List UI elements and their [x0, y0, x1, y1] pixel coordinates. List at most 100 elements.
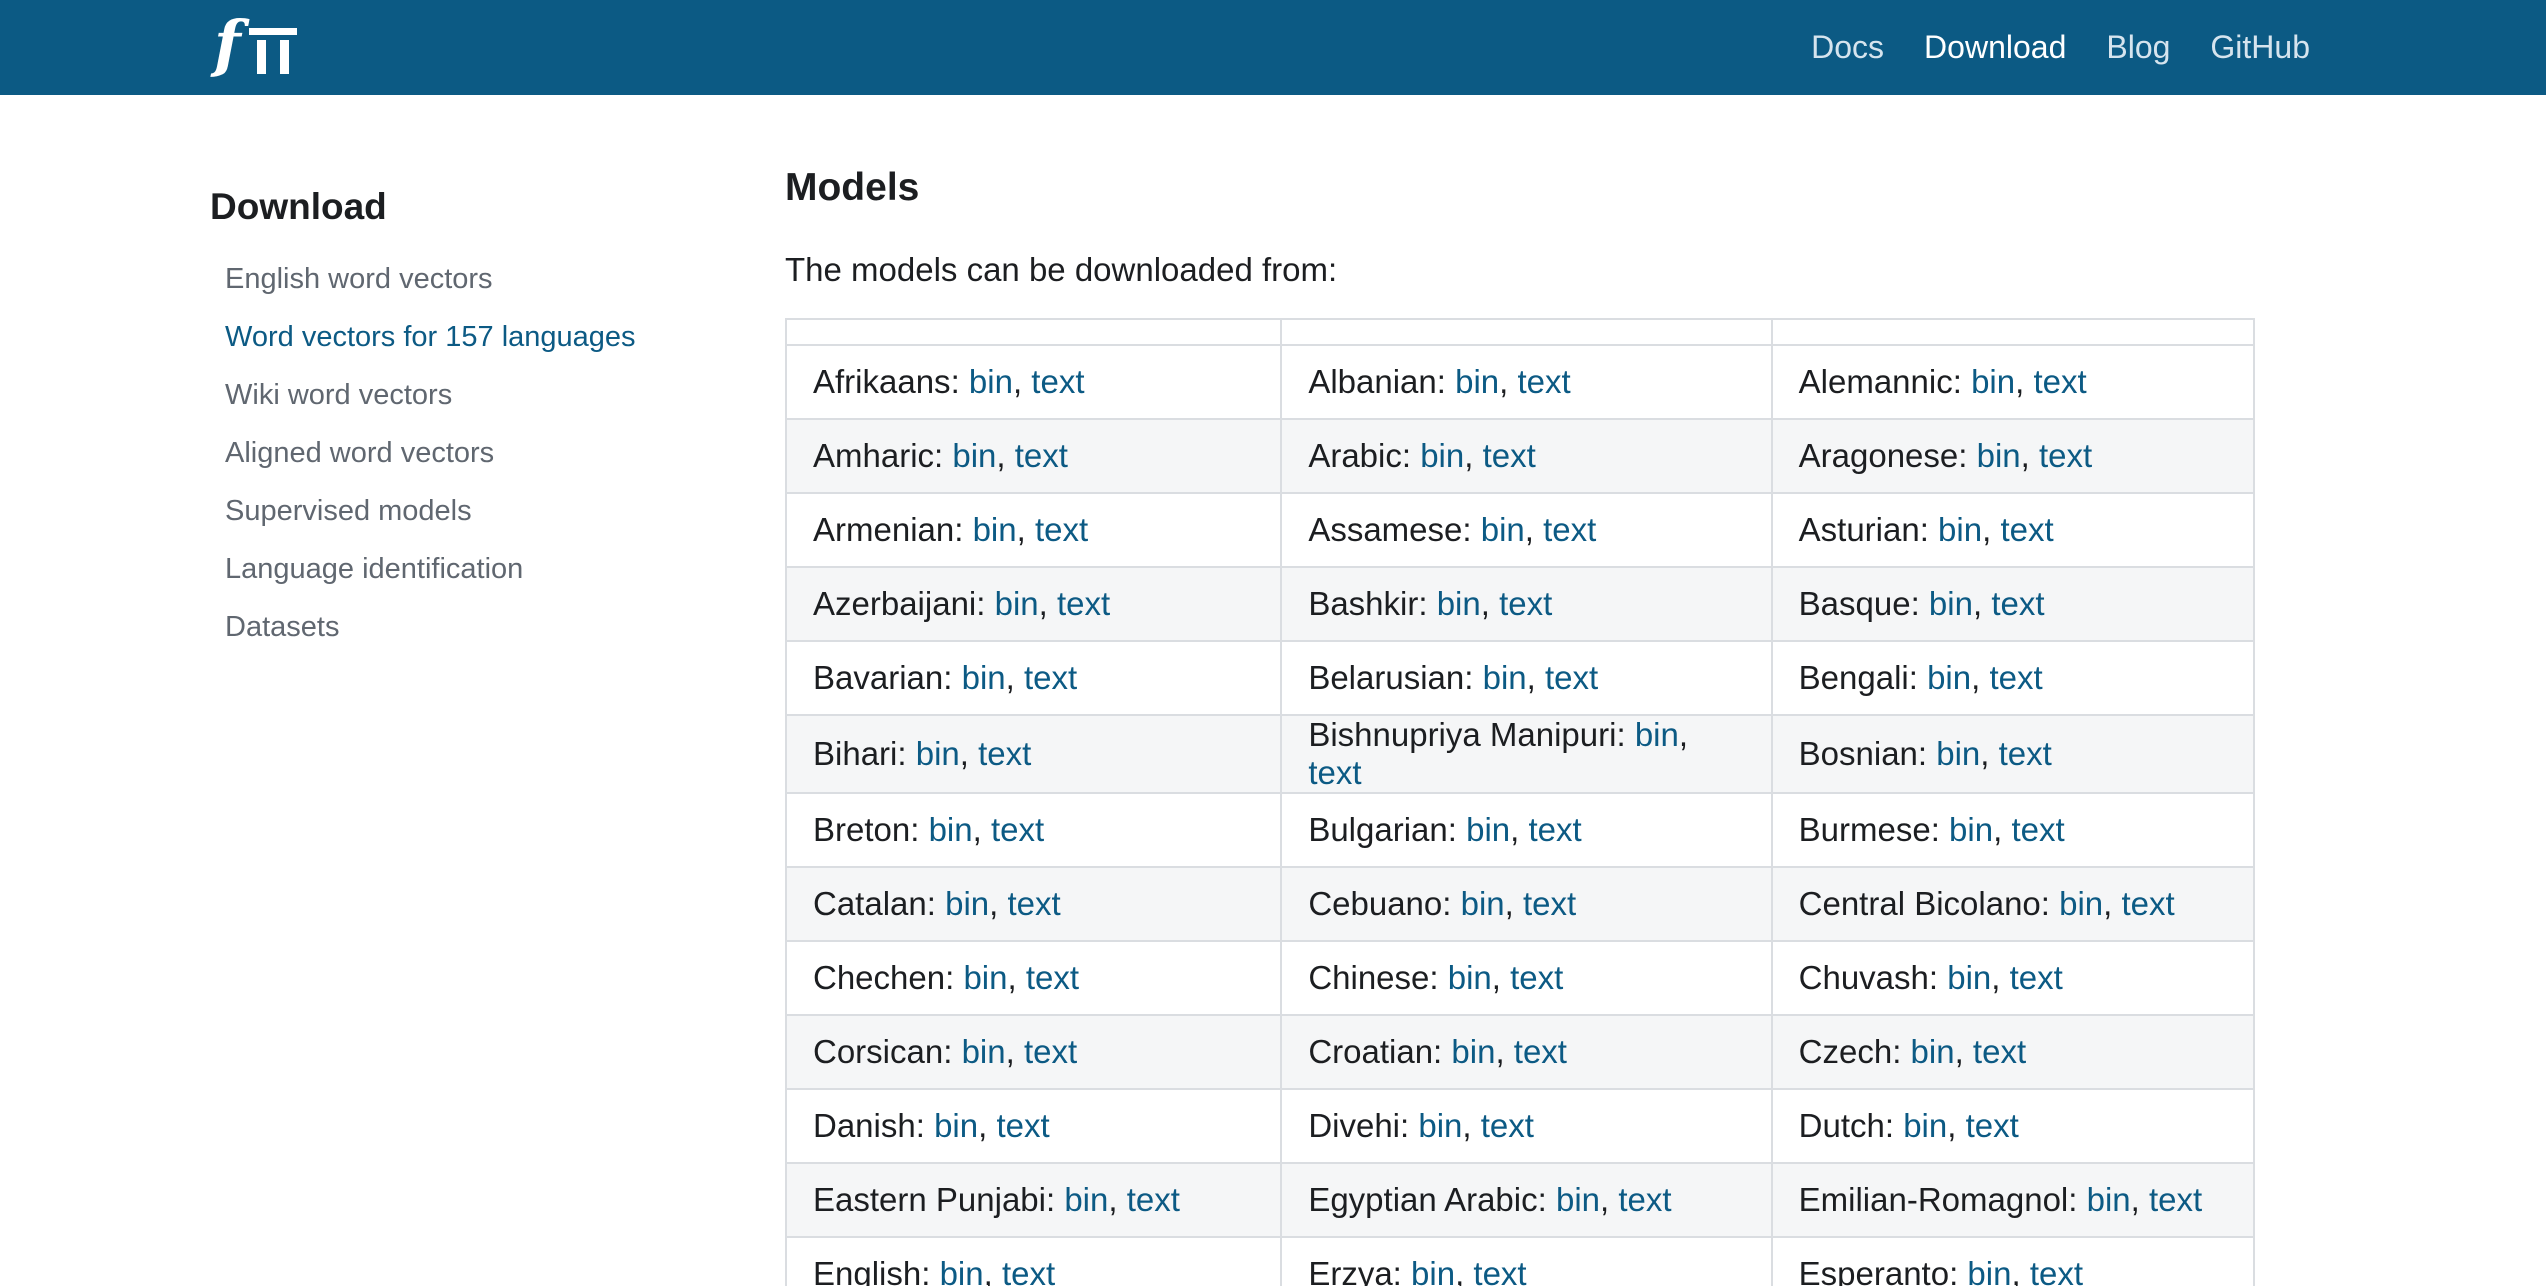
text-download-link[interactable]: text	[1543, 511, 1596, 548]
text-download-link[interactable]: text	[1618, 1181, 1671, 1218]
bin-download-link[interactable]: bin	[1481, 511, 1525, 548]
bin-download-link[interactable]: bin	[1967, 1255, 2011, 1286]
language-name: Chechen	[813, 959, 946, 996]
bin-download-link[interactable]: bin	[1947, 959, 1991, 996]
bin-download-link[interactable]: bin	[1455, 363, 1499, 400]
bin-download-link[interactable]: bin	[1483, 659, 1527, 696]
text-download-link[interactable]: text	[2030, 1255, 2083, 1286]
nav-download-link[interactable]: Download	[1924, 29, 2066, 66]
bin-download-link[interactable]: bin	[1977, 437, 2021, 474]
text-download-link[interactable]: text	[1015, 437, 1068, 474]
text-download-link[interactable]: text	[991, 811, 1044, 848]
sidebar-item-datasets[interactable]: Datasets	[225, 598, 730, 656]
link-separator: ,	[1005, 659, 1024, 696]
text-download-link[interactable]: text	[1481, 1107, 1534, 1144]
text-download-link[interactable]: text	[1499, 585, 1552, 622]
link-separator: ,	[1038, 585, 1057, 622]
bin-download-link[interactable]: bin	[1448, 959, 1492, 996]
text-download-link[interactable]: text	[1999, 735, 2052, 772]
text-download-link[interactable]: text	[1528, 811, 1581, 848]
table-row: Amharic: bin, text Arabic: bin, text Arago…	[784, 418, 2256, 494]
text-download-link[interactable]: text	[1510, 959, 1563, 996]
text-download-link[interactable]: text	[1026, 959, 1079, 996]
link-separator: ,	[2011, 1255, 2030, 1286]
bin-download-link[interactable]: bin	[969, 363, 1013, 400]
sidebar-item-aligned-word-vectors[interactable]: Aligned word vectors	[225, 424, 730, 482]
link-separator: ,	[1005, 1033, 1024, 1070]
text-download-link[interactable]: text	[1545, 659, 1598, 696]
nav-blog-link[interactable]: Blog	[2106, 29, 2170, 66]
bin-download-link[interactable]: bin	[1929, 585, 1973, 622]
bin-download-link[interactable]: bin	[1466, 811, 1510, 848]
text-download-link[interactable]: text	[1989, 659, 2042, 696]
text-download-link[interactable]: text	[2149, 1181, 2202, 1218]
bin-download-link[interactable]: bin	[1451, 1033, 1495, 1070]
bin-download-link[interactable]: bin	[1936, 735, 1980, 772]
text-download-link[interactable]: text	[1473, 1255, 1526, 1286]
text-download-link[interactable]: text	[2122, 885, 2175, 922]
text-download-link[interactable]: text	[2000, 511, 2053, 548]
bin-download-link[interactable]: bin	[1461, 885, 1505, 922]
text-download-link[interactable]: text	[1973, 1033, 2026, 1070]
nav-github-link[interactable]: GitHub	[2210, 29, 2310, 66]
bin-download-link[interactable]: bin	[1418, 1107, 1462, 1144]
text-download-link[interactable]: text	[996, 1107, 1049, 1144]
bin-download-link[interactable]: bin	[1635, 716, 1679, 753]
bin-download-link[interactable]: bin	[973, 511, 1017, 548]
fasttext-logo[interactable]: f	[214, 13, 297, 75]
bin-download-link[interactable]: bin	[962, 659, 1006, 696]
sidebar-item-language-identification[interactable]: Language identification	[225, 540, 730, 598]
text-download-link[interactable]: text	[1127, 1181, 1180, 1218]
bin-download-link[interactable]: bin	[1971, 363, 2015, 400]
text-download-link[interactable]: text	[978, 735, 1031, 772]
text-download-link[interactable]: text	[2033, 363, 2086, 400]
language-cell-divehi: Divehi: bin, text	[1280, 1088, 1773, 1164]
bin-download-link[interactable]: bin	[929, 811, 973, 848]
text-download-link[interactable]: text	[1007, 885, 1060, 922]
bin-download-link[interactable]: bin	[952, 437, 996, 474]
text-download-link[interactable]: text	[1035, 511, 1088, 548]
bin-download-link[interactable]: bin	[1927, 659, 1971, 696]
bin-download-link[interactable]: bin	[1938, 511, 1982, 548]
bin-download-link[interactable]: bin	[962, 1033, 1006, 1070]
text-download-link[interactable]: text	[2039, 437, 2092, 474]
bin-download-link[interactable]: bin	[1911, 1033, 1955, 1070]
bin-download-link[interactable]: bin	[1064, 1181, 1108, 1218]
bin-download-link[interactable]: bin	[934, 1107, 978, 1144]
text-download-link[interactable]: text	[1308, 754, 1361, 791]
bin-download-link[interactable]: bin	[1949, 811, 1993, 848]
table-header-cell	[784, 318, 1283, 346]
bin-download-link[interactable]: bin	[916, 735, 960, 772]
sidebar-item-word-vectors-157-languages[interactable]: Word vectors for 157 languages	[225, 308, 730, 366]
bin-download-link[interactable]: bin	[945, 885, 989, 922]
text-download-link[interactable]: text	[1518, 363, 1571, 400]
bin-download-link[interactable]: bin	[1556, 1181, 1600, 1218]
bin-download-link[interactable]: bin	[940, 1255, 984, 1286]
bin-download-link[interactable]: bin	[963, 959, 1007, 996]
bin-download-link[interactable]: bin	[1437, 585, 1481, 622]
text-download-link[interactable]: text	[1031, 363, 1084, 400]
text-download-link[interactable]: text	[1024, 1033, 1077, 1070]
bin-download-link[interactable]: bin	[1411, 1255, 1455, 1286]
text-download-link[interactable]: text	[1002, 1255, 1055, 1286]
nav-docs-link[interactable]: Docs	[1811, 29, 1884, 66]
link-separator: ,	[1491, 959, 1511, 996]
text-download-link[interactable]: text	[2010, 959, 2063, 996]
text-download-link[interactable]: text	[1966, 1107, 2019, 1144]
bin-download-link[interactable]: bin	[1420, 437, 1464, 474]
text-download-link[interactable]: text	[1057, 585, 1110, 622]
bin-download-link[interactable]: bin	[1903, 1107, 1947, 1144]
text-download-link[interactable]: text	[1523, 885, 1576, 922]
sidebar-item-wiki-word-vectors[interactable]: Wiki word vectors	[225, 366, 730, 424]
bin-download-link[interactable]: bin	[995, 585, 1039, 622]
text-download-link[interactable]: text	[1991, 585, 2044, 622]
sidebar-item-english-word-vectors[interactable]: English word vectors	[225, 250, 730, 308]
text-download-link[interactable]: text	[1483, 437, 1536, 474]
sidebar-item-supervised-models[interactable]: Supervised models	[225, 482, 730, 540]
link-separator: ,	[1972, 585, 1992, 622]
text-download-link[interactable]: text	[1514, 1033, 1567, 1070]
bin-download-link[interactable]: bin	[2087, 1181, 2131, 1218]
text-download-link[interactable]: text	[1024, 659, 1077, 696]
bin-download-link[interactable]: bin	[2059, 885, 2103, 922]
text-download-link[interactable]: text	[2011, 811, 2064, 848]
